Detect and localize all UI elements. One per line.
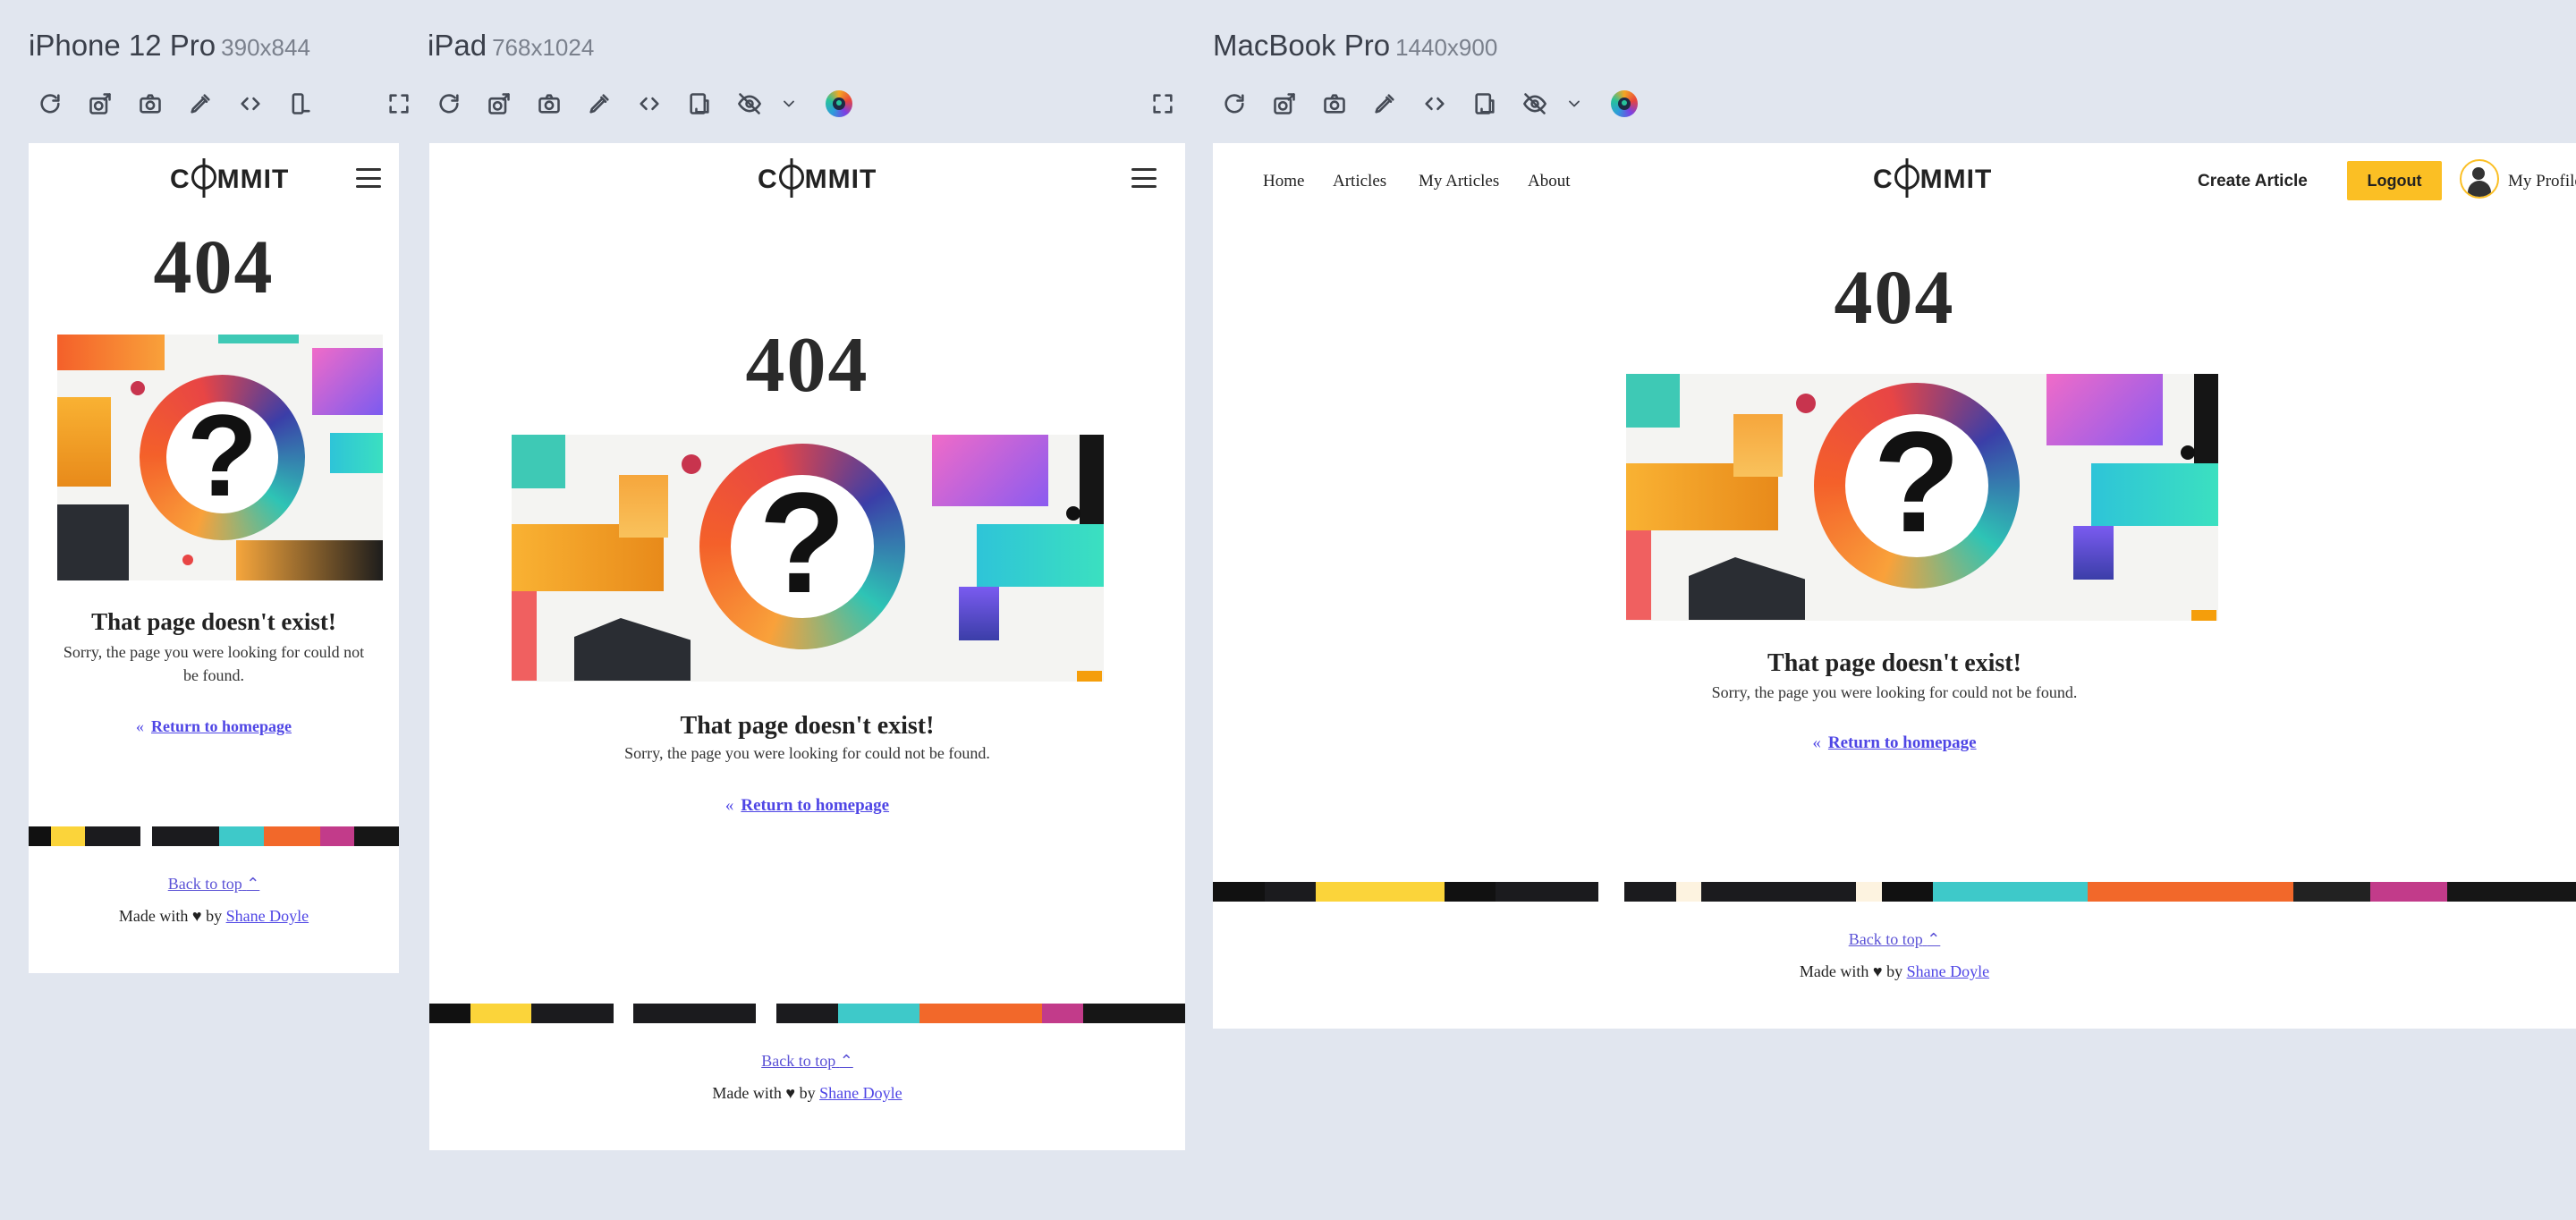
back-to-top-link[interactable]: Back to top ⌃ xyxy=(1213,930,2576,949)
polypane-icon[interactable] xyxy=(1606,86,1642,122)
logout-button[interactable]: Logout xyxy=(2347,161,2442,200)
question-mark-icon: ? xyxy=(758,462,846,623)
heart-icon: ♥ xyxy=(785,1084,796,1102)
macbook-toolbar xyxy=(1216,86,1657,122)
iphone-viewport: C MMIT 404 ? That page doesn't exist! Sor… xyxy=(29,143,399,973)
ipad-viewport: C MMIT 404 ? That page doesn't exist! Sor… xyxy=(429,143,1185,1150)
chevrons-left-icon: « xyxy=(724,796,734,815)
device-dims: 390x844 xyxy=(221,34,310,61)
nav-my-articles[interactable]: My Articles xyxy=(1419,172,1499,191)
site-header: Home Articles My Articles About C MMIT Cr… xyxy=(1213,143,2576,215)
not-found-heading: That page doesn't exist! xyxy=(1767,649,2021,677)
rotate-device-icon[interactable] xyxy=(283,86,318,122)
author-link[interactable]: Shane Doyle xyxy=(226,907,309,925)
fullscreen-icon[interactable] xyxy=(1145,86,1181,122)
error-code: 404 xyxy=(153,224,275,309)
footer-stripe xyxy=(429,1004,1185,1023)
reload-icon[interactable] xyxy=(1216,86,1252,122)
site-header: C MMIT xyxy=(29,143,399,215)
site-logo[interactable]: C MMIT xyxy=(170,163,289,195)
chevrons-up-icon: ⌃ xyxy=(246,875,260,893)
device-dims: 1440x900 xyxy=(1395,34,1498,61)
error-code: 404 xyxy=(745,322,869,409)
footer-credit: Made with ♥ by Shane Doyle xyxy=(712,1084,902,1102)
heart-icon: ♥ xyxy=(191,907,202,925)
rotate-device-icon[interactable] xyxy=(682,86,717,122)
device-dims: 768x1024 xyxy=(492,34,595,61)
color-picker-icon[interactable] xyxy=(182,86,218,122)
nav-articles[interactable]: Articles xyxy=(1333,172,1386,191)
not-found-message: Sorry, the page you were looking for cou… xyxy=(1711,683,2078,701)
footer-credit: Made with ♥ by Shane Doyle xyxy=(118,907,309,925)
reload-icon[interactable] xyxy=(431,86,467,122)
reload-icon[interactable] xyxy=(32,86,68,122)
create-article-button[interactable]: Create Article xyxy=(2198,172,2308,191)
chevrons-up-icon: ⌃ xyxy=(839,1052,853,1070)
rotate-device-icon[interactable] xyxy=(1467,86,1503,122)
error-illustration: ? xyxy=(1626,374,2218,621)
menu-icon[interactable] xyxy=(356,168,381,188)
author-link[interactable]: Shane Doyle xyxy=(819,1084,902,1102)
nav-about[interactable]: About xyxy=(1528,172,1571,191)
error-illustration: ? xyxy=(57,335,383,580)
code-icon[interactable] xyxy=(631,86,667,122)
footer-stripe xyxy=(1213,882,2576,902)
camera-icon[interactable] xyxy=(132,86,168,122)
footer-stripe xyxy=(29,826,399,846)
not-found-message: Sorry, the page you were looking for cou… xyxy=(624,744,990,762)
code-icon[interactable] xyxy=(233,86,268,122)
iphone-toolbar xyxy=(32,86,431,122)
chevron-down-icon[interactable] xyxy=(771,86,807,122)
not-found-heading: That page doesn't exist! xyxy=(680,712,935,740)
footer-credit: Made with ♥ by Shane Doyle xyxy=(1799,962,1990,980)
chevrons-up-icon: ⌃ xyxy=(1927,930,1941,948)
pane-title-macbook: MacBook Pro 1440x900 xyxy=(1213,29,1497,63)
nav-home[interactable]: Home xyxy=(1263,172,1304,191)
ipad-toolbar xyxy=(431,86,871,122)
return-homepage-link[interactable]: «Return to homepage xyxy=(1213,733,2576,753)
device-name: MacBook Pro xyxy=(1213,29,1391,62)
color-picker-icon[interactable] xyxy=(581,86,617,122)
device-name: iPhone 12 Pro xyxy=(29,29,216,62)
heart-icon: ♥ xyxy=(1872,962,1883,980)
question-mark-icon: ? xyxy=(1873,402,1961,562)
color-picker-icon[interactable] xyxy=(1367,86,1402,122)
author-link[interactable]: Shane Doyle xyxy=(1907,962,1989,980)
back-to-top-link[interactable]: Back to top ⌃ xyxy=(429,1052,1185,1071)
screenshot-full-icon[interactable] xyxy=(1267,86,1302,122)
device-name: iPad xyxy=(428,29,487,62)
error-code: 404 xyxy=(1834,254,1955,340)
avatar[interactable] xyxy=(2460,159,2499,199)
chevron-down-icon[interactable] xyxy=(1556,86,1592,122)
error-illustration: ? xyxy=(512,435,1104,682)
site-logo[interactable]: C MMIT xyxy=(758,163,877,195)
not-found-message: Sorry, the page you were looking for cou… xyxy=(63,643,365,684)
camera-icon[interactable] xyxy=(1317,86,1352,122)
code-icon[interactable] xyxy=(1417,86,1453,122)
site-logo[interactable]: C MMIT xyxy=(1873,163,1992,195)
emulation-hide-icon[interactable] xyxy=(1517,86,1553,122)
menu-icon[interactable] xyxy=(1131,168,1157,188)
fullscreen-icon[interactable] xyxy=(381,86,417,122)
camera-icon[interactable] xyxy=(531,86,567,122)
return-homepage-link[interactable]: «Return to homepage xyxy=(429,796,1185,816)
screenshot-full-icon[interactable] xyxy=(82,86,118,122)
question-mark-icon: ? xyxy=(186,390,258,521)
emulation-hide-icon[interactable] xyxy=(732,86,767,122)
polypane-icon[interactable] xyxy=(821,86,857,122)
chevrons-left-icon: « xyxy=(1812,733,1821,752)
profile-link[interactable]: My Profile xyxy=(2508,172,2576,191)
screenshot-full-icon[interactable] xyxy=(481,86,517,122)
pane-title-ipad: iPad 768x1024 xyxy=(428,29,594,63)
back-to-top-link[interactable]: Back to top ⌃ xyxy=(29,875,399,894)
chevrons-left-icon: « xyxy=(136,717,144,735)
macbook-viewport: Home Articles My Articles About C MMIT Cr… xyxy=(1213,143,2576,1029)
pane-title-iphone: iPhone 12 Pro 390x844 xyxy=(29,29,310,63)
return-homepage-link[interactable]: «Return to homepage xyxy=(29,717,399,736)
not-found-heading: That page doesn't exist! xyxy=(91,608,336,635)
site-header: C MMIT xyxy=(429,143,1185,215)
